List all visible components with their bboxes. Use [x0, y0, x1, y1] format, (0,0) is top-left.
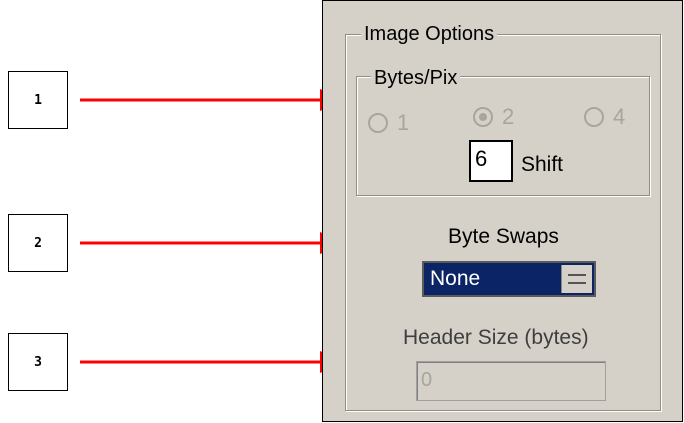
header-size-label: Header Size (bytes) [403, 326, 589, 349]
radio-indicator [584, 107, 604, 127]
header-size-input[interactable]: 0 [416, 361, 606, 401]
arrow-1 [80, 89, 346, 111]
byte-swaps-value: None [430, 267, 481, 290]
bytes-per-pixel-title: Bytes/Pix [371, 67, 461, 89]
radio-bytes-2[interactable]: 2 [473, 104, 514, 130]
radio-bytes-1[interactable]: 1 [368, 110, 409, 136]
radio-bytes-4[interactable]: 4 [584, 104, 625, 130]
radio-label: 2 [502, 104, 515, 129]
spinner-icon[interactable] [561, 265, 592, 293]
radio-indicator [368, 113, 388, 133]
shift-input[interactable]: 6 [469, 140, 513, 182]
image-options-panel: Image Options Bytes/Pix 1 2 4 6 Shift By… [322, 0, 683, 422]
arrow-3 [80, 351, 346, 373]
byte-swaps-select[interactable]: None [422, 261, 596, 297]
byte-swaps-label: Byte Swaps [448, 225, 559, 248]
shift-label: Shift [521, 153, 564, 176]
radio-indicator-checked [473, 107, 493, 127]
arrow-2 [80, 232, 346, 254]
radio-label: 1 [397, 110, 410, 135]
image-options-title: Image Options [361, 23, 498, 45]
radio-label: 4 [613, 104, 626, 129]
